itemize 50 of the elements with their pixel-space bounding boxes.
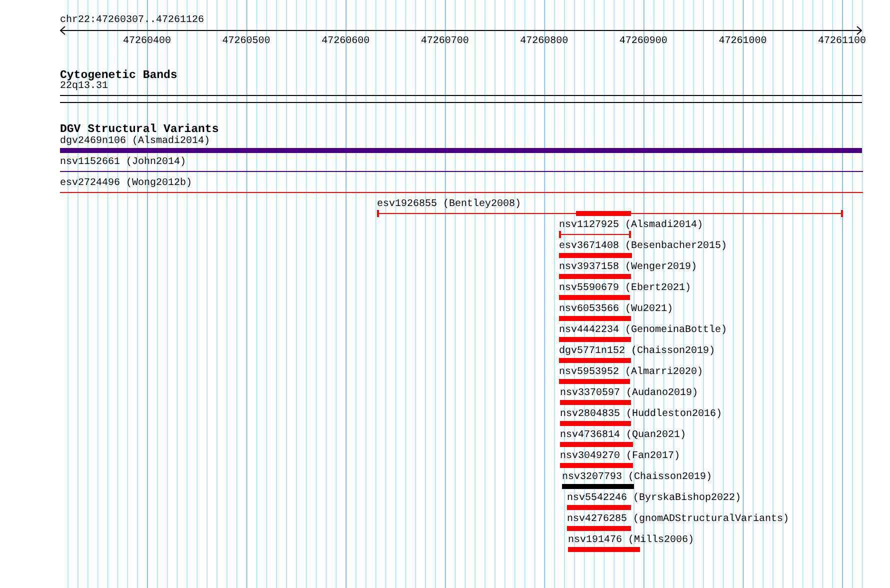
variant-label[interactable]: nsv1127925 (Alsmadi2014) [559,220,704,231]
variant-label[interactable]: nsv5590679 (Ebert2021) [559,283,692,294]
variant-label[interactable]: nsv3370597 (Audano2019) [560,388,698,399]
ruler-tick-label: 47261100 [818,37,866,47]
variant-label[interactable]: esv1926855 (Bentley2008) [377,199,522,210]
variant-bar[interactable] [568,547,640,552]
track-title: Cytogenetic Bands [60,70,178,82]
variant-label[interactable]: nsv2804835 (Huddleston2016) [560,409,722,420]
band-label: 22q13.31 [60,82,108,92]
variant-bar[interactable] [560,463,633,468]
variant-label[interactable]: esv2724496 (Wong2012b) [60,178,192,189]
variant-bar[interactable] [559,253,632,258]
variant-bar[interactable] [559,337,631,342]
variant-bar[interactable] [567,505,631,510]
variant-label[interactable]: nsv191476 (Mills2006) [568,535,694,546]
variant-bar[interactable] [559,358,631,363]
variant-label[interactable]: dgv2469n106 (Alsmadi2014) [60,136,210,147]
variant-bar[interactable] [559,316,631,321]
variant-label[interactable]: nsv4442234 (GenomeinaBottle) [559,325,728,336]
variant-bar[interactable] [559,274,631,279]
variant-label[interactable]: nsv6053566 (Wu2021) [559,304,674,315]
variant-bar[interactable] [560,400,631,405]
variant-bar[interactable] [559,295,630,300]
ruler-tick-label: 47261000 [718,37,767,47]
variant-bar[interactable] [562,484,634,489]
ruler-location: chr22:47260307..47261126 [60,16,204,26]
variant-label[interactable]: nsv1152661 (John2014) [60,157,186,168]
variant-label[interactable]: nsv3049270 (Fan2017) [560,451,680,462]
variant-bar[interactable] [567,526,631,531]
variant-bar[interactable] [60,148,862,153]
variant-label[interactable]: nsv4736814 (Quan2021) [560,430,686,441]
variant-bar[interactable] [560,442,633,447]
variant-label[interactable]: esv3671408 (Besenbacher2015) [559,241,728,252]
variant-label[interactable]: nsv3937158 (Wenger2019) [559,262,698,273]
variant-span[interactable] [377,210,843,217]
variant-bar[interactable] [560,421,631,426]
variant-label[interactable]: nsv4276285 (gnomADStructuralVariants) [567,514,790,525]
variant-label[interactable]: dgv5771n152 (Chaisson2019) [559,346,716,357]
ruler-tick-label: 47260500 [222,37,270,47]
variant-line[interactable] [559,231,631,238]
variant-label[interactable]: nsv5953952 (Almarri2020) [559,367,704,378]
ruler-tick-label: 47260800 [520,37,568,47]
ruler-tick-label: 47260600 [322,37,370,47]
ruler-tick-label: 47260700 [420,37,469,47]
variant-label[interactable]: nsv5542246 (ByrskaBishop2022) [567,493,742,504]
ruler-tick-label: 47260400 [123,37,171,47]
variant-label[interactable]: nsv3207793 (Chaisson2019) [562,472,712,483]
variant-bar[interactable] [559,379,630,384]
ruler-tick-label: 47260900 [619,37,668,47]
track-title: DGV Structural Variants [60,124,219,136]
